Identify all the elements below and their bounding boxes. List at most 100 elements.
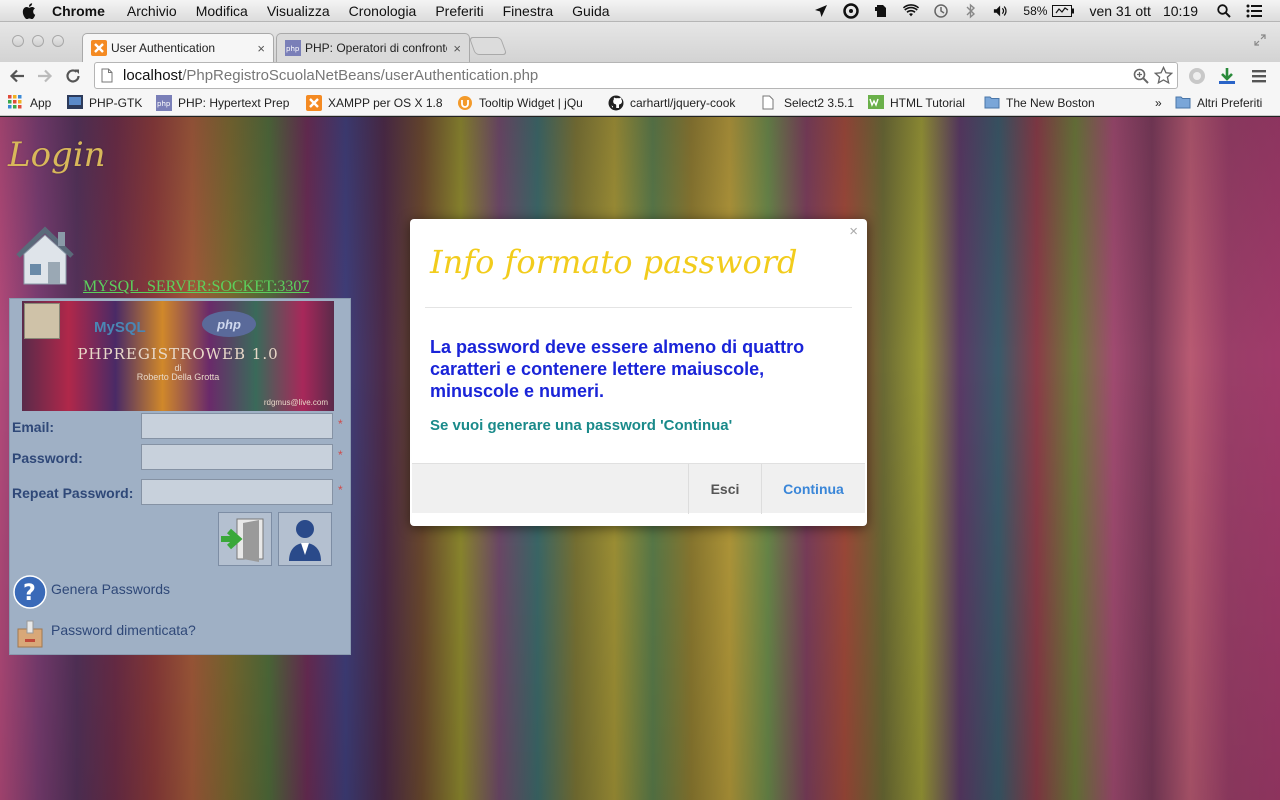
bookmark-html-tutorial[interactable]: HTML Tutorial <box>868 95 972 111</box>
email-field[interactable] <box>141 413 333 439</box>
dialog-message: La password deve essere almeno di quattr… <box>430 337 805 401</box>
bookmark-xampp[interactable]: XAMPP per OS X 1.8 <box>306 95 442 111</box>
tab-php-operatori[interactable]: php PHP: Operatori di confronto × <box>276 33 470 62</box>
bookmark-php-gtk[interactable]: PHP-GTK <box>67 95 149 111</box>
generate-passwords-link[interactable]: Genera Passwords <box>51 581 170 597</box>
bookmark-label: Altri Preferiti <box>1197 96 1263 110</box>
required-mark: * <box>338 448 343 462</box>
apps-grid-icon <box>8 95 24 111</box>
menu-archivio[interactable]: Archivio <box>127 3 177 19</box>
notification-center-icon[interactable] <box>1246 3 1262 19</box>
menu-cronologia[interactable]: Cronologia <box>349 3 417 19</box>
bookmarks-overflow-chevron[interactable]: » <box>1155 95 1165 111</box>
login-door-button[interactable] <box>218 512 272 566</box>
bookmark-tooltip-widget[interactable]: Tooltip Widget | jQu <box>457 95 593 111</box>
xampp-favicon-icon <box>91 40 107 56</box>
package-box-icon[interactable] <box>13 617 47 651</box>
dialog-title: Info formato password <box>430 243 798 281</box>
close-tab-icon[interactable]: × <box>257 41 265 56</box>
php-logo: php <box>202 311 256 337</box>
sync-status-icon[interactable] <box>843 3 860 19</box>
close-icon[interactable]: × <box>849 223 858 240</box>
menu-hamburger-icon[interactable] <box>1247 64 1271 88</box>
home-house-icon[interactable] <box>14 222 76 290</box>
repeat-password-label: Repeat Password: <box>12 485 134 501</box>
download-icon[interactable] <box>1215 64 1239 88</box>
password-field[interactable] <box>141 444 333 470</box>
bookmark-select2[interactable]: Select2 3.5.1 <box>762 95 858 111</box>
page-icon <box>101 68 115 84</box>
time-machine-icon[interactable] <box>933 3 949 19</box>
continua-button[interactable]: Continua <box>761 464 865 514</box>
url-path: /PhpRegistroScuolaNetBeans/userAuthentic… <box>182 67 539 84</box>
bookmark-github-jquery-cookie[interactable]: carhartl/jquery-cook <box>608 95 746 111</box>
banner-email: rdgmus@live.com <box>263 398 328 407</box>
forward-arrow-icon[interactable] <box>33 64 57 88</box>
dialog-divider <box>425 307 852 308</box>
overflow-label: » <box>1155 96 1162 110</box>
email-label: Email: <box>12 419 55 435</box>
tab-user-authentication[interactable]: User Authentication × <box>82 33 274 62</box>
menu-app-name[interactable]: Chrome <box>52 3 105 19</box>
document-icon <box>762 95 778 111</box>
menu-visualizza[interactable]: Visualizza <box>267 3 330 19</box>
dialog-subtext: Se vuoi generare una password 'Continua' <box>430 417 733 434</box>
bookmark-other-folder[interactable]: Altri Preferiti <box>1175 95 1275 111</box>
zoom-window-button[interactable] <box>52 35 64 47</box>
menu-guida[interactable]: Guida <box>572 3 609 19</box>
tab-strip: User Authentication × php PHP: Operatori… <box>0 22 1280 62</box>
evernote-icon[interactable] <box>873 3 889 19</box>
bookmark-the-new-boston[interactable]: The New Boston <box>984 95 1100 111</box>
menu-modifica[interactable]: Modifica <box>196 3 248 19</box>
required-mark: * <box>338 417 343 431</box>
zoom-icon[interactable] <box>1133 68 1149 88</box>
wifi-icon[interactable] <box>903 3 920 19</box>
bluetooth-icon[interactable] <box>963 3 979 19</box>
apple-icon[interactable] <box>20 2 38 20</box>
close-window-button[interactable] <box>12 35 24 47</box>
bookmark-label: Tooltip Widget | jQu <box>479 96 583 110</box>
close-tab-icon[interactable]: × <box>453 41 461 56</box>
battery-icon[interactable] <box>1051 3 1075 19</box>
bookmark-label: App <box>30 96 52 110</box>
clock-date[interactable]: ven 31 ott <box>1089 3 1151 19</box>
bookmark-label: PHP: Hypertext Prep <box>178 96 290 110</box>
w3schools-icon <box>868 95 884 111</box>
required-mark: * <box>338 483 343 497</box>
location-arrow-icon[interactable] <box>813 3 829 19</box>
repeat-password-field[interactable] <box>141 479 333 505</box>
esci-button[interactable]: Esci <box>688 464 761 514</box>
bookmarks-bar: App PHP-GTK php PHP: Hypertext Prep XAMP… <box>0 90 1280 116</box>
bookmark-star-icon[interactable] <box>1153 65 1174 89</box>
fullscreen-icon[interactable] <box>1254 34 1266 49</box>
bookmark-label: XAMPP per OS X 1.8 <box>328 96 442 110</box>
forgot-password-link[interactable]: Password dimenticata? <box>51 622 196 638</box>
battery-percent: 58% <box>1023 4 1048 18</box>
login-panel: MySQL php PHPREGISTROWEB 1.0 di Roberto … <box>9 298 351 655</box>
browser-toolbar: localhost /PhpRegistroScuolaNetBeans/use… <box>0 62 1280 90</box>
svg-text:php: php <box>286 45 300 53</box>
svg-text:?: ? <box>23 581 36 606</box>
help-question-icon[interactable]: ? <box>13 575 47 609</box>
bookmark-apps[interactable]: App <box>8 95 56 111</box>
bookmark-label: Select2 3.5.1 <box>784 96 855 110</box>
menu-finestra[interactable]: Finestra <box>503 3 554 19</box>
reload-icon[interactable] <box>61 64 85 88</box>
bookmark-label: HTML Tutorial <box>890 96 965 110</box>
address-bar[interactable]: localhost /PhpRegistroScuolaNetBeans/use… <box>94 62 1178 89</box>
bookmark-php-hypertext[interactable]: php PHP: Hypertext Prep <box>156 95 290 111</box>
register-user-button[interactable] <box>278 512 332 566</box>
password-info-dialog: × Info formato password La password deve… <box>410 219 867 526</box>
xampp-favicon-icon <box>306 95 322 111</box>
clock-time[interactable]: 10:19 <box>1163 3 1198 19</box>
folder-icon <box>984 95 1000 111</box>
volume-icon[interactable] <box>993 3 1009 19</box>
minimize-window-button[interactable] <box>32 35 44 47</box>
extension-icon[interactable] <box>1185 64 1209 88</box>
back-arrow-icon[interactable] <box>5 64 29 88</box>
mysql-server-link[interactable]: MYSQL_SERVER:SOCKET:3307 <box>83 278 309 296</box>
new-tab-button[interactable] <box>468 37 508 55</box>
spotlight-search-icon[interactable] <box>1216 3 1232 19</box>
app-banner: MySQL php PHPREGISTROWEB 1.0 di Roberto … <box>22 301 334 411</box>
menu-preferiti[interactable]: Preferiti <box>435 3 483 19</box>
